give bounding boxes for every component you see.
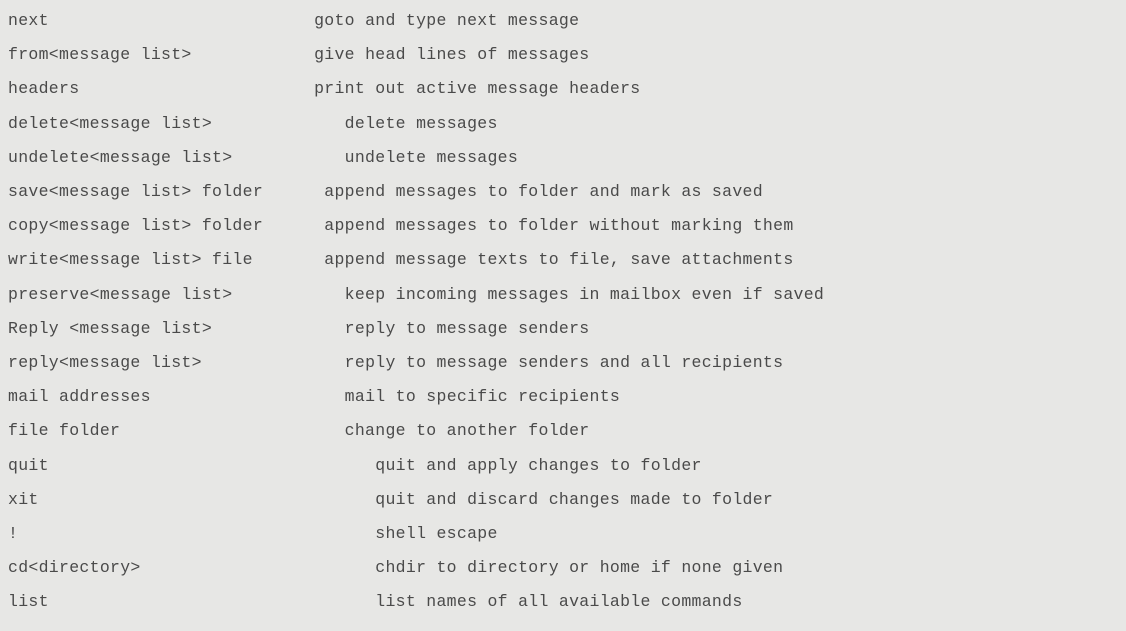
command-name: preserve<message list> bbox=[8, 285, 232, 304]
command-name: headers bbox=[8, 79, 79, 98]
command-description: change to another folder bbox=[345, 421, 590, 440]
help-row: mail addresses mail to specific recipien… bbox=[8, 380, 1122, 414]
help-row: cd<directory> chdir to directory or home… bbox=[8, 551, 1122, 585]
command-description: reply to message senders and all recipie… bbox=[345, 353, 784, 372]
command-name: ! bbox=[8, 524, 18, 543]
help-row: Reply <message list> reply to message se… bbox=[8, 312, 1122, 346]
command-name: Reply <message list> bbox=[8, 319, 212, 338]
command-description: quit and apply changes to folder bbox=[375, 456, 701, 475]
command-name: mail addresses bbox=[8, 387, 151, 406]
command-description: reply to message senders bbox=[345, 319, 590, 338]
command-name: undelete<message list> bbox=[8, 148, 232, 167]
command-description: undelete messages bbox=[345, 148, 518, 167]
help-row: write<message list> file append message … bbox=[8, 243, 1122, 277]
help-row: file folder change to another folder bbox=[8, 414, 1122, 448]
command-name: next bbox=[8, 11, 49, 30]
help-row: save<message list> folder append message… bbox=[8, 175, 1122, 209]
help-row: reply<message list> reply to message sen… bbox=[8, 346, 1122, 380]
help-row: delete<message list> delete messages bbox=[8, 107, 1122, 141]
command-description: give head lines of messages bbox=[314, 45, 589, 64]
help-row: xit quit and discard changes made to fol… bbox=[8, 483, 1122, 517]
command-description: append messages to folder and mark as sa… bbox=[324, 182, 763, 201]
command-name: copy<message list> folder bbox=[8, 216, 263, 235]
command-description: shell escape bbox=[375, 524, 497, 543]
command-description: list names of all available commands bbox=[375, 592, 742, 611]
help-row: quit quit and apply changes to folder bbox=[8, 449, 1122, 483]
command-description: goto and type next message bbox=[314, 11, 579, 30]
command-name: write<message list> file bbox=[8, 250, 253, 269]
command-name: list bbox=[8, 592, 49, 611]
help-row: next goto and type next message bbox=[8, 4, 1122, 38]
command-description: chdir to directory or home if none given bbox=[375, 558, 783, 577]
command-description: quit and discard changes made to folder bbox=[375, 490, 773, 509]
command-description: print out active message headers bbox=[314, 79, 640, 98]
command-name: quit bbox=[8, 456, 49, 475]
command-name: xit bbox=[8, 490, 39, 509]
command-description: append messages to folder without markin… bbox=[324, 216, 793, 235]
help-row: copy<message list> folder append message… bbox=[8, 209, 1122, 243]
help-row: from<message list> give head lines of me… bbox=[8, 38, 1122, 72]
command-description: keep incoming messages in mailbox even i… bbox=[345, 285, 824, 304]
command-name: file folder bbox=[8, 421, 120, 440]
command-name: reply<message list> bbox=[8, 353, 202, 372]
help-row: list list names of all available command… bbox=[8, 585, 1122, 619]
command-description: mail to specific recipients bbox=[345, 387, 620, 406]
command-name: from<message list> bbox=[8, 45, 192, 64]
command-help-text: next goto and type next messagefrom<mess… bbox=[0, 0, 1126, 620]
command-name: delete<message list> bbox=[8, 114, 212, 133]
help-row: ! shell escape bbox=[8, 517, 1122, 551]
command-description: append message texts to file, save attac… bbox=[324, 250, 793, 269]
command-description: delete messages bbox=[345, 114, 498, 133]
help-row: undelete<message list> undelete messages bbox=[8, 141, 1122, 175]
help-row: headers print out active message headers bbox=[8, 72, 1122, 106]
command-name: save<message list> folder bbox=[8, 182, 263, 201]
help-row: preserve<message list> keep incoming mes… bbox=[8, 278, 1122, 312]
command-name: cd<directory> bbox=[8, 558, 141, 577]
